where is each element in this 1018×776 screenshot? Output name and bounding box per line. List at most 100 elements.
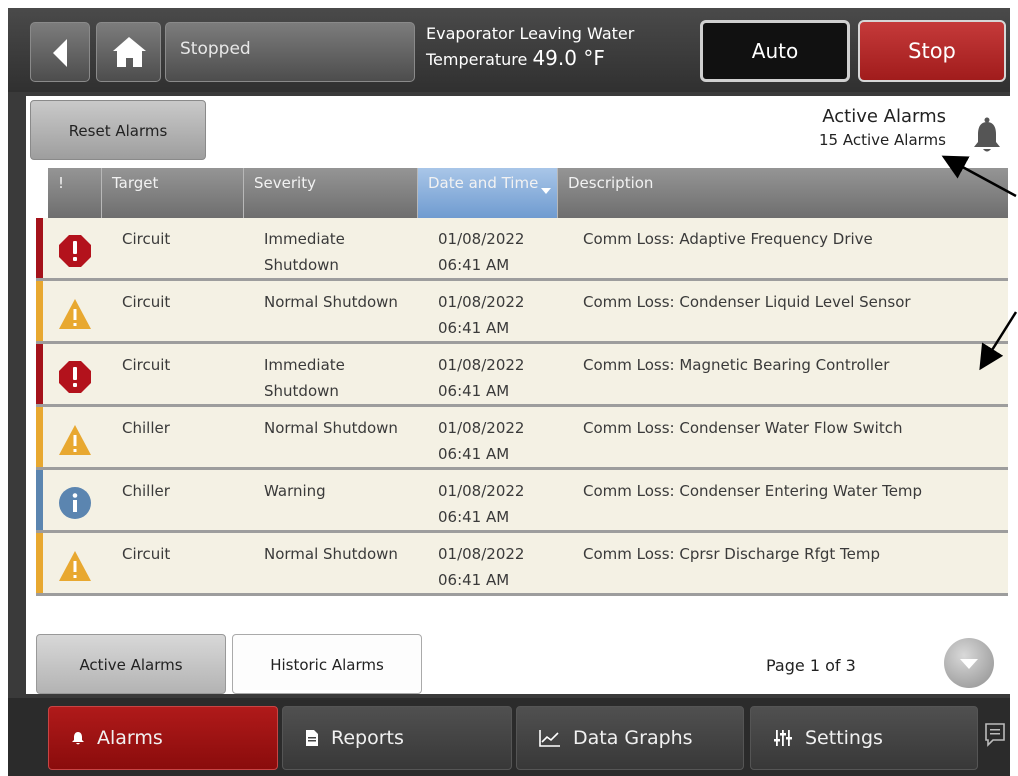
next-page-button[interactable] <box>944 638 994 688</box>
alarm-datetime: 01/08/2022 06:41 AM <box>438 289 578 341</box>
back-button[interactable] <box>30 22 90 82</box>
alarm-severity: Immediate Shutdown <box>264 230 345 274</box>
alarm-date: 01/08/2022 <box>438 356 525 374</box>
alarm-time: 06:41 AM <box>438 445 510 463</box>
controller-screen: Stopped Evaporator Leaving Water Tempera… <box>8 8 1010 776</box>
home-button[interactable] <box>96 22 161 82</box>
alarm-row[interactable]: Chiller Normal Shutdown 01/08/2022 06:41 AM… <box>36 407 1008 470</box>
active-alarms-count: 15 Active Alarms <box>819 131 946 149</box>
bell-icon <box>974 117 1000 152</box>
error-icon <box>58 234 92 268</box>
sliders-icon <box>774 730 792 746</box>
column-header-date-time[interactable]: Date and Time <box>418 168 558 218</box>
evap-value: 49.0 °F <box>532 46 605 70</box>
warning-icon <box>58 549 92 583</box>
alarm-target: Circuit <box>122 230 171 248</box>
alarm-severity: Warning <box>264 482 326 500</box>
evap-label-line1: Evaporator Leaving Water <box>426 24 635 43</box>
alarm-row[interactable]: Circuit Immediate Shutdown 01/08/2022 06:41… <box>36 218 1008 281</box>
severity-bar <box>36 407 43 467</box>
alarm-datetime: 01/08/2022 06:41 AM <box>438 478 578 530</box>
alarm-time: 06:41 AM <box>438 319 510 337</box>
alarm-datetime: 01/08/2022 06:41 AM <box>438 352 578 404</box>
sort-descending-icon <box>541 188 551 194</box>
alarm-target: Chiller <box>122 419 170 437</box>
severity-bar <box>36 470 43 530</box>
alarm-description: Comm Loss: Condenser Entering Water Temp <box>583 482 923 500</box>
reset-alarms-button[interactable]: Reset Alarms <box>30 100 206 160</box>
alarm-target: Circuit <box>122 545 171 563</box>
alarm-time: 06:41 AM <box>438 508 510 526</box>
chevron-down-icon <box>960 659 978 669</box>
alarm-description: Comm Loss: Magnetic Bearing Controller <box>583 356 890 374</box>
alarm-datetime: 01/08/2022 06:41 AM <box>438 415 578 467</box>
info-icon <box>58 486 92 520</box>
alarm-row[interactable]: Chiller Warning 01/08/2022 06:41 AM Comm Los… <box>36 470 1008 533</box>
column-header-date-time-label: Date and Time <box>428 174 539 192</box>
alarm-datetime: 01/08/2022 06:41 AM <box>438 226 578 278</box>
unit-status: Stopped <box>165 22 415 82</box>
nav-alarms-label: Alarms <box>97 727 163 749</box>
alarm-target: Circuit <box>122 356 171 374</box>
active-alarms-header: Active Alarms 15 Active Alarms <box>819 106 946 149</box>
alarm-severity: Normal Shutdown <box>264 293 398 311</box>
bell-icon <box>72 732 84 745</box>
nav-data-graphs-label: Data Graphs <box>573 727 693 749</box>
alarm-time: 06:41 AM <box>438 382 510 400</box>
nav-settings-button[interactable]: Settings <box>750 706 978 770</box>
evaporator-temperature: Evaporator Leaving Water Temperature 49.… <box>426 22 634 72</box>
alarm-row[interactable]: Circuit Normal Shutdown 01/08/2022 06:41 AM… <box>36 533 1008 596</box>
alarm-row[interactable]: Circuit Immediate Shutdown 01/08/2022 06:41… <box>36 344 1008 407</box>
back-arrow-icon <box>53 39 67 67</box>
nav-settings-label: Settings <box>805 727 883 749</box>
alarm-table-header: ! Target Severity Date and Time Descript… <box>48 168 1008 218</box>
nav-reports-label: Reports <box>331 727 404 749</box>
alarm-description: Comm Loss: Adaptive Frequency Drive <box>583 230 873 248</box>
auto-button[interactable]: Auto <box>700 20 850 82</box>
warning-icon <box>58 297 92 331</box>
tab-active-alarms[interactable]: Active Alarms <box>36 634 226 694</box>
home-icon <box>113 37 146 67</box>
chat-icon[interactable] <box>984 722 1006 748</box>
column-header-severity[interactable]: Severity <box>244 168 418 218</box>
alarm-date: 01/08/2022 <box>438 230 525 248</box>
active-alarms-title: Active Alarms <box>822 106 946 127</box>
alarms-content: Reset Alarms Active Alarms 15 Active Ala… <box>26 96 1010 694</box>
alarm-row[interactable]: Circuit Normal Shutdown 01/08/2022 06:41 AM… <box>36 281 1008 344</box>
alarm-date: 01/08/2022 <box>438 419 525 437</box>
severity-bar <box>36 533 43 593</box>
nav-reports-button[interactable]: Reports <box>282 706 512 770</box>
alarm-datetime: 01/08/2022 06:41 AM <box>438 541 578 593</box>
alarm-severity: Immediate Shutdown <box>264 356 345 400</box>
evap-label-line2: Temperature 49.0 °F <box>426 46 634 72</box>
nav-alarms-button[interactable]: Alarms <box>48 706 278 770</box>
column-header-icon[interactable]: ! <box>48 168 102 218</box>
error-icon <box>58 360 92 394</box>
page-indicator: Page 1 of 3 <box>766 656 856 675</box>
alarm-target: Chiller <box>122 482 170 500</box>
evap-label-prefix: Temperature <box>426 50 533 69</box>
tab-historic-alarms[interactable]: Historic Alarms <box>232 634 422 694</box>
document-icon <box>306 730 318 746</box>
alarm-target: Circuit <box>122 293 171 311</box>
alarm-table-body: Circuit Immediate Shutdown 01/08/2022 06:41… <box>36 218 1008 596</box>
stop-button[interactable]: Stop <box>858 20 1006 82</box>
alarm-description: Comm Loss: Condenser Water Flow Switch <box>583 419 903 437</box>
alarm-time: 06:41 AM <box>438 571 510 589</box>
alarm-time: 06:41 AM <box>438 256 510 274</box>
column-header-description[interactable]: Description <box>558 168 1008 218</box>
severity-bar <box>36 281 43 341</box>
top-bar: Stopped Evaporator Leaving Water Tempera… <box>8 8 1010 92</box>
column-header-target[interactable]: Target <box>102 168 244 218</box>
alarm-description: Comm Loss: Condenser Liquid Level Sensor <box>583 293 911 311</box>
line-chart-icon <box>539 730 560 747</box>
alarm-date: 01/08/2022 <box>438 482 525 500</box>
unit-status-text: Stopped <box>180 39 251 59</box>
severity-bar <box>36 344 43 404</box>
bottom-navigation: Alarms Reports Data Graphs Settings <box>8 698 1010 776</box>
nav-data-graphs-button[interactable]: Data Graphs <box>516 706 744 770</box>
alarm-date: 01/08/2022 <box>438 545 525 563</box>
alarm-severity: Normal Shutdown <box>264 419 398 437</box>
severity-bar <box>36 218 43 278</box>
alarm-description: Comm Loss: Cprsr Discharge Rfgt Temp <box>583 545 881 563</box>
